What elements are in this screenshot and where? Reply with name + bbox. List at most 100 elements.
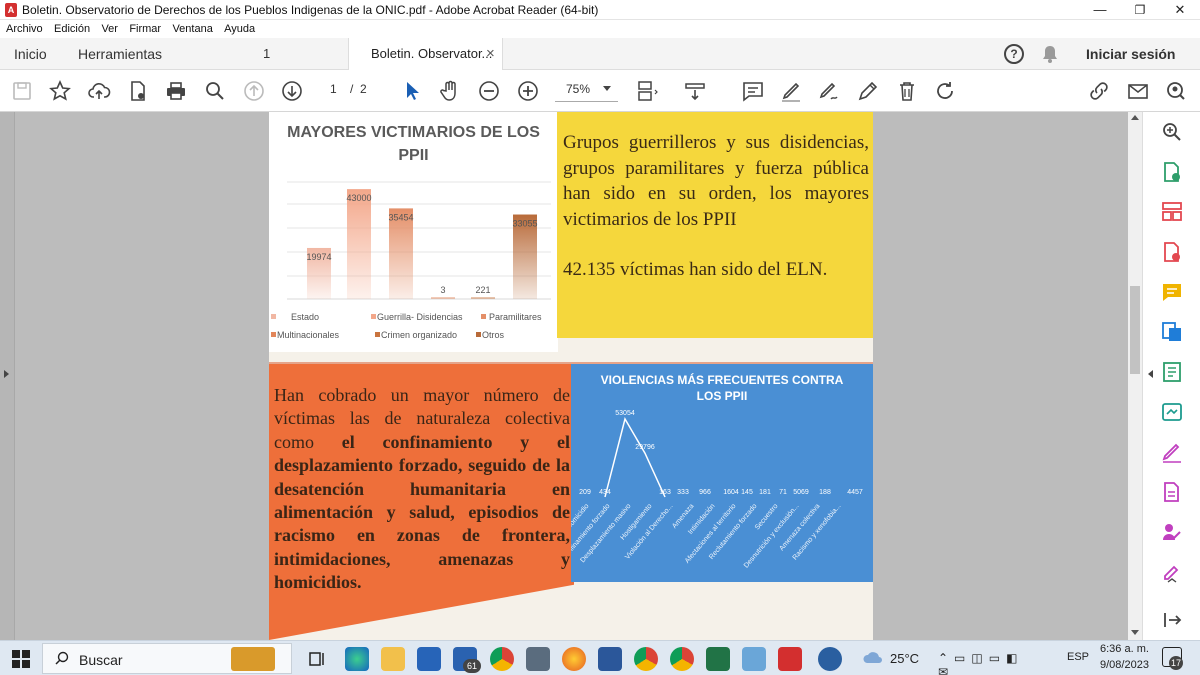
user-search-icon[interactable] <box>1164 79 1188 103</box>
task-view-icon[interactable] <box>305 647 329 671</box>
more-tools-icon[interactable] <box>1160 560 1184 584</box>
expand-left-icon[interactable] <box>4 370 9 378</box>
sign-in-button[interactable]: Iniciar sesión <box>1086 38 1175 70</box>
help-icon[interactable]: ? <box>1004 44 1024 64</box>
calculator-icon[interactable] <box>526 647 550 671</box>
star-icon[interactable] <box>48 79 72 103</box>
mail-icon[interactable]: 61 <box>453 647 481 673</box>
organize-pages-icon[interactable] <box>1160 200 1184 224</box>
stamp-edit-icon[interactable] <box>856 79 880 103</box>
comment-tool-icon[interactable] <box>1160 280 1184 304</box>
zoom-in-icon[interactable] <box>516 79 540 103</box>
select-cursor-icon[interactable] <box>400 79 424 103</box>
left-panel-toggle[interactable] <box>0 112 15 640</box>
chrome-profile3-icon[interactable] <box>670 647 694 671</box>
save-icon[interactable] <box>10 79 34 103</box>
remote-desktop-icon[interactable] <box>742 647 766 671</box>
zoom-out-icon[interactable] <box>477 79 501 103</box>
edge-icon[interactable] <box>345 647 369 671</box>
vertical-scrollbar[interactable] <box>1128 112 1142 640</box>
edit-pdf-icon[interactable] <box>1160 480 1184 504</box>
chrome-profile2-icon[interactable] <box>634 647 658 671</box>
zoom-tool-icon[interactable] <box>1160 120 1184 144</box>
chart2-value-label: 163 <box>659 489 671 496</box>
scroll-down-icon[interactable] <box>1131 630 1139 635</box>
collapse-panel-icon[interactable] <box>1148 370 1153 378</box>
menu-archivo[interactable]: Archivo <box>6 20 43 38</box>
scroll-up-icon[interactable] <box>1131 115 1139 120</box>
chart1-bar <box>431 297 455 299</box>
system-tray-icons[interactable]: ⌃▭◫▭◧✉ <box>938 651 1028 675</box>
acrobat-app-icon: A <box>5 3 17 17</box>
tab-inicio[interactable]: Inicio <box>14 38 47 70</box>
add-pdf-icon[interactable] <box>1160 240 1184 264</box>
chrome-icon[interactable] <box>490 647 514 671</box>
menu-ventana[interactable]: Ventana <box>172 20 212 38</box>
zoom-dropdown-icon[interactable] <box>603 86 611 91</box>
request-signature-icon[interactable] <box>1160 520 1184 544</box>
taskbar-search-box[interactable]: Buscar <box>42 643 292 674</box>
zoom-search-icon[interactable] <box>203 79 227 103</box>
page-number-input[interactable]: 1 <box>330 82 337 96</box>
store-icon[interactable] <box>417 647 441 671</box>
export-pdf-icon[interactable] <box>1160 160 1184 184</box>
word-icon[interactable] <box>598 647 622 671</box>
trash-icon[interactable] <box>895 79 919 103</box>
menu-edicion[interactable]: Edición <box>54 20 90 38</box>
page-layout-icon[interactable] <box>636 79 660 103</box>
clock-time[interactable]: 6:36 a. m. <box>1100 643 1149 655</box>
email-icon[interactable] <box>1126 79 1150 103</box>
tab-herramientas[interactable]: Herramientas <box>78 38 162 70</box>
chart2-series-line <box>604 417 666 498</box>
draw-signature-icon[interactable] <box>817 79 841 103</box>
chart1-legend-swatch <box>481 314 486 319</box>
notifications-icon[interactable]: 17 <box>1162 647 1183 670</box>
comment-icon[interactable] <box>741 79 765 103</box>
language-indicator[interactable]: ESP <box>1067 651 1089 663</box>
zoom-underline <box>555 101 618 102</box>
help-app-icon[interactable] <box>818 647 842 671</box>
zoom-level-select[interactable]: 75% <box>566 82 590 96</box>
chart2-value-label: 1604 <box>723 489 739 496</box>
menu-ver[interactable]: Ver <box>101 20 118 38</box>
document-viewer[interactable]: MAYORES VICTIMARIOS DE LOS PPII 19974 430… <box>15 112 1142 640</box>
bell-icon[interactable] <box>1041 44 1059 64</box>
firefox-icon[interactable] <box>562 647 586 671</box>
minimize-button[interactable]: — <box>1080 0 1120 20</box>
file-explorer-icon[interactable] <box>381 647 405 671</box>
page-up-icon[interactable] <box>242 79 266 103</box>
share-link-icon[interactable] <box>1087 79 1111 103</box>
acrobat-taskbar-icon[interactable] <box>778 647 802 671</box>
exit-panel-icon[interactable] <box>1160 608 1184 632</box>
print-icon[interactable] <box>164 79 188 103</box>
weather-temperature[interactable]: 25°C <box>890 651 919 666</box>
chart2-value-label: 333 <box>677 489 689 496</box>
page-down-icon[interactable] <box>280 79 304 103</box>
rotate-icon[interactable] <box>933 79 957 103</box>
hand-tool-icon[interactable] <box>438 79 462 103</box>
fill-sign-icon[interactable] <box>1160 440 1184 464</box>
tab-close-icon[interactable]: × <box>486 38 495 70</box>
tab-document[interactable]: Boletin. Observator... × <box>348 38 503 71</box>
create-pdf-icon[interactable] <box>126 79 150 103</box>
maximize-button[interactable]: ❐ <box>1120 0 1160 20</box>
upload-cloud-icon[interactable] <box>87 79 111 103</box>
windows-start-icon[interactable] <box>12 650 30 668</box>
close-button[interactable]: ✕ <box>1160 0 1200 20</box>
scroll-mode-icon[interactable] <box>683 79 707 103</box>
combine-files-icon[interactable] <box>1160 320 1184 344</box>
compare-files-icon[interactable] <box>1160 360 1184 384</box>
weather-cloud-icon[interactable] <box>862 649 884 667</box>
tab-count[interactable]: 1 <box>263 38 270 70</box>
scan-ocr-icon[interactable] <box>1160 400 1184 424</box>
victimarios-paragraph: Grupos guerrilleros y sus disidencias, g… <box>563 132 869 230</box>
menu-firmar[interactable]: Firmar <box>129 20 161 38</box>
clock-date[interactable]: 9/08/2023 <box>1100 659 1149 671</box>
highlight-pen-icon[interactable] <box>779 79 803 103</box>
chart1-value-label: 19974 <box>306 252 331 262</box>
excel-icon[interactable] <box>706 647 730 671</box>
taskbar-search-icon <box>55 651 69 665</box>
scroll-thumb[interactable] <box>1130 286 1140 374</box>
menu-ayuda[interactable]: Ayuda <box>224 20 255 38</box>
chart2-value-label: 5069 <box>793 489 809 496</box>
